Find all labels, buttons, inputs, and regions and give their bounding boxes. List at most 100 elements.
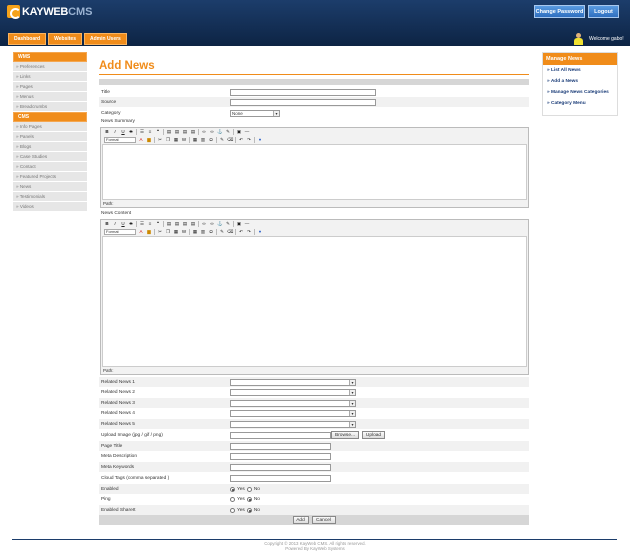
bold-icon[interactable]: B (104, 221, 110, 227)
link-add-news[interactable]: » Add a News (543, 76, 617, 87)
summary-textarea[interactable] (102, 144, 527, 200)
bullet-list-icon[interactable]: ☰ (139, 221, 145, 227)
paste-word-icon[interactable]: W (181, 137, 187, 143)
link-category-menu[interactable]: » Category Menu (543, 98, 617, 109)
cancel-button[interactable]: Cancel (311, 516, 336, 524)
page-title-input[interactable] (230, 442, 331, 450)
align-left-icon[interactable]: ▤ (166, 129, 172, 135)
image-icon[interactable]: ▣ (236, 129, 242, 135)
hr-icon[interactable]: — (244, 129, 250, 135)
unlink-icon[interactable]: ∞ (209, 221, 215, 227)
help-icon[interactable]: ● (257, 137, 263, 143)
unlink-icon[interactable]: ∞ (209, 129, 215, 135)
enabled-no-radio[interactable] (246, 486, 252, 492)
bold-icon[interactable]: B (104, 129, 110, 135)
sidebar-header-cms[interactable]: CMS (13, 112, 87, 122)
sidebar-item-testimonials[interactable]: » Testimonials (13, 192, 87, 202)
cleanup-icon[interactable]: ✎ (225, 129, 231, 135)
justify-icon[interactable]: ▤ (190, 129, 196, 135)
charmap-icon[interactable]: Ω (208, 137, 214, 143)
meta-kw-input[interactable] (230, 463, 331, 471)
related-select-1[interactable]: ▾ (230, 378, 356, 386)
anchor-icon[interactable]: ⚓ (217, 221, 223, 227)
sidebar-item-contact[interactable]: » Contact (13, 162, 87, 172)
upload-button[interactable]: Upload (362, 431, 385, 439)
align-left-icon[interactable]: ▤ (166, 221, 172, 227)
shareit-no-radio[interactable] (246, 507, 252, 513)
sidebar-item-panels[interactable]: » Panels (13, 132, 87, 142)
link-list-all-news[interactable]: » List All News (543, 65, 617, 76)
sidebar-item-breadcrumbs[interactable]: » Breadcrumbs (13, 102, 87, 112)
table-row-icon[interactable]: ▥ (200, 229, 206, 235)
sidebar-item-featured-projects[interactable]: » Featured Projects (13, 172, 87, 182)
sidebar-item-info-pages[interactable]: » Info Pages (13, 122, 87, 132)
italic-icon[interactable]: I (112, 129, 118, 135)
erase-icon[interactable]: ⌫ (227, 137, 233, 143)
bg-color-icon[interactable]: ▆ (146, 137, 152, 143)
charmap-icon[interactable]: Ω (208, 229, 214, 235)
table-icon[interactable]: ▦ (192, 229, 198, 235)
tab-dashboard[interactable]: Dashboard (8, 33, 47, 45)
justify-icon[interactable]: ▤ (190, 221, 196, 227)
text-color-icon[interactable]: A (138, 137, 144, 143)
paste-icon[interactable]: ▦ (173, 229, 179, 235)
anchor-icon[interactable]: ⚓ (217, 129, 223, 135)
format-select[interactable]: Format (104, 137, 136, 143)
bullet-list-icon[interactable]: ☰ (139, 129, 145, 135)
ping-no-radio[interactable] (246, 496, 252, 502)
italic-icon[interactable]: I (112, 221, 118, 227)
enabled-yes-radio[interactable] (230, 486, 235, 492)
undo-icon[interactable]: ↶ (238, 137, 244, 143)
tab-websites[interactable]: Websites (48, 33, 82, 45)
redo-icon[interactable]: ↷ (246, 137, 252, 143)
align-right-icon[interactable]: ▤ (182, 129, 188, 135)
related-select-2[interactable]: ▾ (230, 388, 356, 396)
strike-icon[interactable]: S (128, 129, 134, 135)
image-icon[interactable]: ▣ (236, 221, 242, 227)
bg-color-icon[interactable]: ▆ (146, 229, 152, 235)
table-icon[interactable]: ▦ (192, 137, 198, 143)
copy-icon[interactable]: ❐ (165, 229, 171, 235)
underline-icon[interactable]: U (120, 129, 126, 135)
sidebar-item-case-studies[interactable]: » Case Studies (13, 152, 87, 162)
ping-yes-radio[interactable] (230, 496, 235, 502)
related-select-5[interactable]: ▾ (230, 420, 356, 428)
category-select[interactable]: None ▾ (230, 109, 280, 117)
redo-icon[interactable]: ↷ (246, 229, 252, 235)
sidebar-item-preferences[interactable]: » Preferences (13, 62, 87, 72)
sidebar-item-pages[interactable]: » Pages (13, 82, 87, 92)
align-center-icon[interactable]: ▤ (174, 221, 180, 227)
edit-icon[interactable]: ✎ (219, 229, 225, 235)
hr-icon[interactable]: — (244, 221, 250, 227)
strike-icon[interactable]: S (128, 221, 134, 227)
copy-icon[interactable]: ❐ (165, 137, 171, 143)
underline-icon[interactable]: U (120, 221, 126, 227)
number-list-icon[interactable]: ≡ (147, 221, 153, 227)
source-input[interactable] (230, 98, 376, 106)
erase-icon[interactable]: ⌫ (227, 229, 233, 235)
add-button[interactable]: Add (292, 516, 309, 524)
upload-file-input[interactable] (230, 431, 331, 439)
number-list-icon[interactable]: ≡ (147, 129, 153, 135)
cut-icon[interactable]: ✂ (157, 229, 163, 235)
undo-icon[interactable]: ↶ (238, 229, 244, 235)
align-center-icon[interactable]: ▤ (174, 129, 180, 135)
related-select-3[interactable]: ▾ (230, 399, 356, 407)
sidebar-header-wms[interactable]: WMS (13, 52, 87, 62)
change-password-button[interactable]: Change Password (534, 5, 585, 18)
align-right-icon[interactable]: ▤ (182, 221, 188, 227)
cleanup-icon[interactable]: ✎ (225, 221, 231, 227)
sidebar-item-videos[interactable]: » Videos (13, 202, 87, 212)
edit-icon[interactable]: ✎ (219, 137, 225, 143)
title-input[interactable] (230, 88, 376, 96)
text-color-icon[interactable]: A (138, 229, 144, 235)
sidebar-item-news[interactable]: » News (13, 182, 87, 192)
cut-icon[interactable]: ✂ (157, 137, 163, 143)
sidebar-item-blogs[interactable]: » Blogs (13, 142, 87, 152)
quote-icon[interactable]: ❝ (155, 129, 161, 135)
sidebar-item-links[interactable]: » Links (13, 72, 87, 82)
paste-word-icon[interactable]: W (181, 229, 187, 235)
logout-button[interactable]: Logout (588, 5, 619, 18)
content-textarea[interactable] (102, 236, 527, 367)
browse-button[interactable]: Browse... (331, 431, 359, 439)
